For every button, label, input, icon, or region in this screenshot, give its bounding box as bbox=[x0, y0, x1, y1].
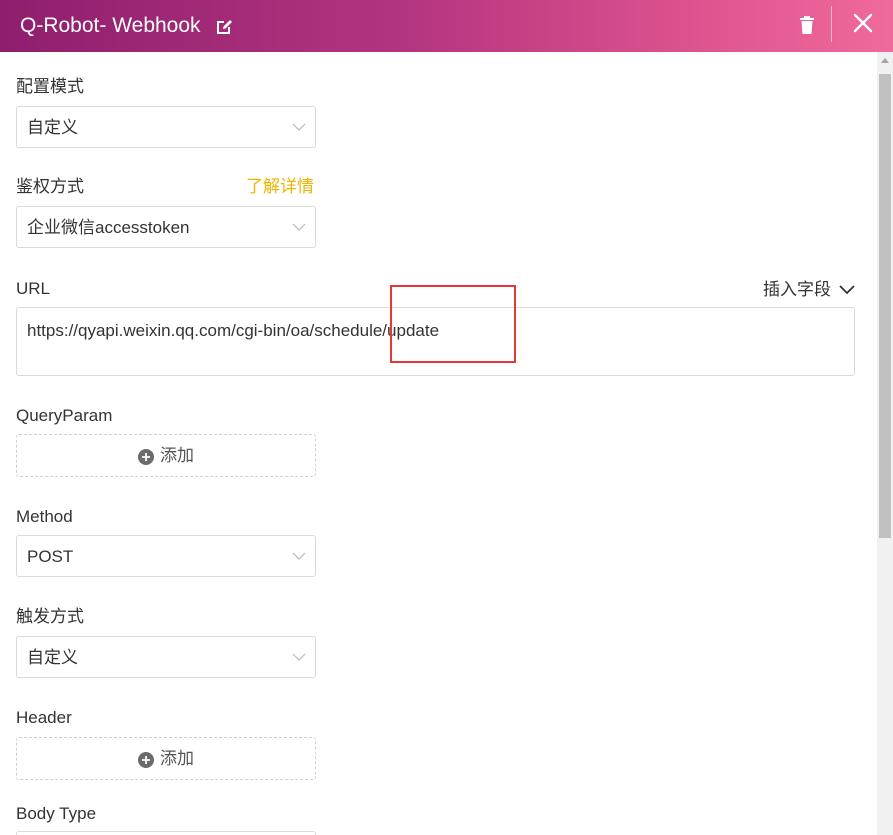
edit-icon[interactable] bbox=[214, 17, 234, 37]
auth-value: 企业微信accesstoken bbox=[27, 218, 190, 237]
header-label: Header bbox=[16, 708, 72, 727]
chevron-down-icon bbox=[839, 285, 855, 295]
add-label: 添加 bbox=[160, 749, 194, 768]
url-value: https://qyapi.weixin.qq.com/cgi-bin/oa/s… bbox=[27, 321, 440, 340]
add-header-button[interactable]: 添加 bbox=[16, 737, 316, 780]
chevron-down-icon bbox=[292, 123, 306, 131]
trigger-select[interactable]: 自定义 bbox=[16, 636, 316, 678]
add-query-param-button[interactable]: 添加 bbox=[16, 434, 316, 477]
trigger-value: 自定义 bbox=[27, 648, 78, 667]
config-mode-label: 配置模式 bbox=[16, 77, 84, 96]
scrollbar[interactable] bbox=[877, 52, 893, 835]
query-param-label: QueryParam bbox=[16, 406, 113, 425]
trigger-label: 触发方式 bbox=[16, 607, 84, 626]
insert-field-dropdown[interactable]: 插入字段 bbox=[763, 279, 855, 301]
chevron-down-icon bbox=[292, 653, 306, 661]
config-mode-select[interactable]: 自定义 bbox=[16, 106, 316, 148]
url-label: URL bbox=[16, 279, 51, 298]
plus-circle-icon bbox=[138, 752, 154, 768]
plus-circle-icon bbox=[138, 449, 154, 465]
config-mode-value: 自定义 bbox=[27, 118, 78, 137]
close-icon[interactable] bbox=[852, 12, 874, 34]
header-separator bbox=[831, 6, 832, 42]
insert-field-label: 插入字段 bbox=[763, 280, 831, 299]
body-type-label: Body Type bbox=[16, 804, 97, 823]
scrollbar-thumb[interactable] bbox=[879, 74, 891, 538]
add-label: 添加 bbox=[160, 446, 194, 465]
panel-header: Q-Robot- Webhook bbox=[0, 0, 893, 52]
method-select[interactable]: POST bbox=[16, 535, 316, 577]
learn-more-link[interactable]: 了解详情 bbox=[246, 176, 314, 198]
body-type-select[interactable] bbox=[16, 831, 316, 835]
method-value: POST bbox=[27, 547, 74, 566]
trash-icon[interactable] bbox=[797, 15, 817, 35]
auth-label: 鉴权方式 bbox=[16, 177, 84, 196]
scroll-up-icon[interactable] bbox=[881, 58, 889, 63]
method-label: Method bbox=[16, 507, 73, 526]
auth-select[interactable]: 企业微信accesstoken bbox=[16, 206, 316, 248]
chevron-down-icon bbox=[292, 223, 306, 231]
chevron-down-icon bbox=[292, 552, 306, 560]
panel-title: Q-Robot- Webhook bbox=[20, 14, 201, 37]
url-input[interactable]: https://qyapi.weixin.qq.com/cgi-bin/oa/s… bbox=[16, 307, 855, 376]
